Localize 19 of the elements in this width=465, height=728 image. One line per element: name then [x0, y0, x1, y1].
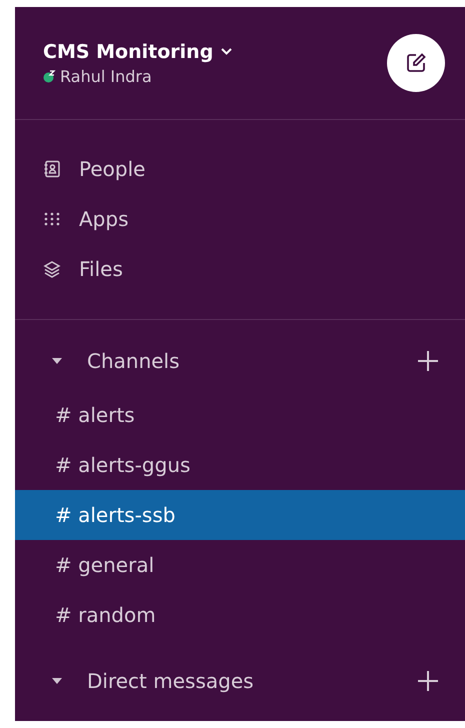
nav-item[interactable]: People	[15, 144, 465, 194]
workspace-menu[interactable]: CMS Monitoring	[43, 40, 232, 62]
channel-item[interactable]: # alerts-ggus	[15, 440, 465, 490]
compose-icon	[405, 52, 427, 74]
channel-item[interactable]: # random	[15, 590, 465, 640]
contacts-icon	[43, 160, 61, 178]
channel-item[interactable]: # general	[15, 540, 465, 590]
add-icon[interactable]	[417, 670, 439, 692]
section-header[interactable]: Channels	[51, 349, 180, 373]
chevron-down-icon	[221, 48, 232, 55]
channel-item[interactable]: # alerts	[15, 390, 465, 440]
layers-icon	[43, 260, 61, 278]
user-name: Rahul Indra	[60, 66, 152, 86]
section-header[interactable]: Direct messages	[51, 669, 254, 693]
nav-item[interactable]: Apps	[15, 194, 465, 244]
channel-item[interactable]: # alerts-ssb	[15, 490, 465, 540]
apps-grid-icon	[43, 210, 61, 228]
nav-item[interactable]: Files	[15, 244, 465, 294]
add-icon[interactable]	[417, 350, 439, 372]
